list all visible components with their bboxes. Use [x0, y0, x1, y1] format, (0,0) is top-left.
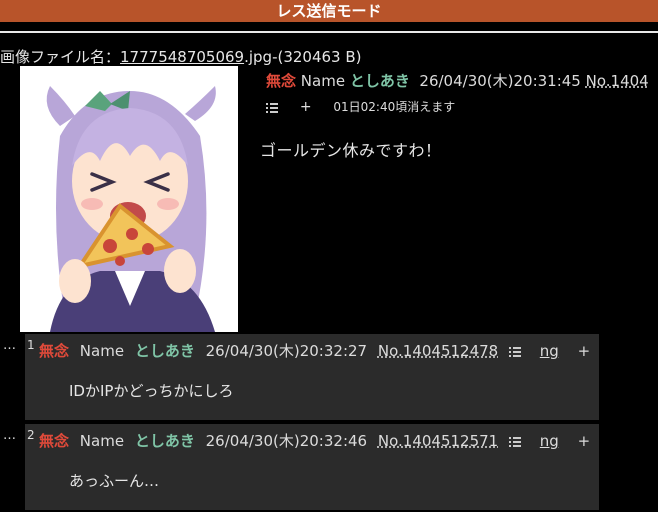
header-bar: レス送信モード	[0, 0, 658, 22]
add-button[interactable]: +	[578, 342, 591, 360]
post-image-thumbnail[interactable]	[20, 66, 238, 332]
reply-header: 無念 Name としあき 26/04/30(木)20:32:46 No.1404…	[39, 430, 596, 451]
reply-menu-dots[interactable]: …	[3, 428, 16, 443]
op-post-header: 無念 Name としあき 26/04/30(木)20:31:45 No.1404	[266, 70, 649, 91]
menu-icon[interactable]	[509, 346, 521, 357]
reply-menu-dots[interactable]: …	[3, 338, 16, 353]
post-number-link[interactable]: No.1404	[586, 72, 649, 90]
poster-name: としあき	[134, 432, 195, 450]
file-info: 画像ファイル名：1777548705069.jpg-(320463 B)	[0, 46, 362, 67]
op-post-body: ゴールデン休みですわ！	[260, 141, 442, 160]
name-label: Name	[300, 72, 346, 90]
file-info-prefix: 画像ファイル名：	[0, 48, 121, 66]
post-subject: 無念	[39, 432, 70, 450]
post-datetime: 26/04/30(木)20:31:45	[419, 72, 581, 90]
ng-link[interactable]: ng	[540, 432, 559, 450]
divider	[0, 31, 658, 33]
name-label: Name	[79, 432, 125, 450]
menu-icon[interactable]	[266, 102, 278, 113]
post-number-link[interactable]: No.1404512571	[378, 432, 498, 450]
poster-name: としあき	[134, 342, 195, 360]
post-subject: 無念	[266, 72, 297, 90]
reply-post: 1 無念 Name としあき 26/04/30(木)20:32:27 No.14…	[25, 334, 599, 420]
ng-link[interactable]: ng	[540, 342, 559, 360]
menu-icon[interactable]	[509, 436, 521, 447]
name-label: Name	[79, 342, 125, 360]
post-number-link[interactable]: No.1404512478	[378, 342, 498, 360]
image-filename-link[interactable]: 1777548705069	[120, 48, 244, 66]
poster-name: としあき	[349, 72, 410, 90]
anime-girl-eating-pizza-image	[20, 66, 238, 332]
add-button[interactable]: +	[578, 432, 591, 450]
reply-body: IDかIPかどっちかにしろ	[69, 382, 234, 400]
expire-text: 01日02:40頃消えます	[333, 100, 456, 114]
post-datetime: 26/04/30(木)20:32:46	[205, 432, 368, 450]
post-subject: 無念	[39, 342, 70, 360]
post-datetime: 26/04/30(木)20:32:27	[205, 342, 368, 360]
reply-header: 無念 Name としあき 26/04/30(木)20:32:27 No.1404…	[39, 340, 596, 361]
op-post-meta: + 01日02:40頃消えます	[266, 98, 455, 115]
reply-body: あっふーん…	[69, 472, 160, 490]
add-button[interactable]: +	[300, 99, 312, 115]
reply-post: 2 無念 Name としあき 26/04/30(木)20:32:46 No.14…	[25, 424, 599, 510]
file-info-suffix: .jpg-(320463 B)	[244, 48, 362, 66]
page-title: レス送信モード	[276, 2, 382, 20]
reply-index: 1	[27, 338, 35, 352]
reply-index: 2	[27, 428, 35, 442]
